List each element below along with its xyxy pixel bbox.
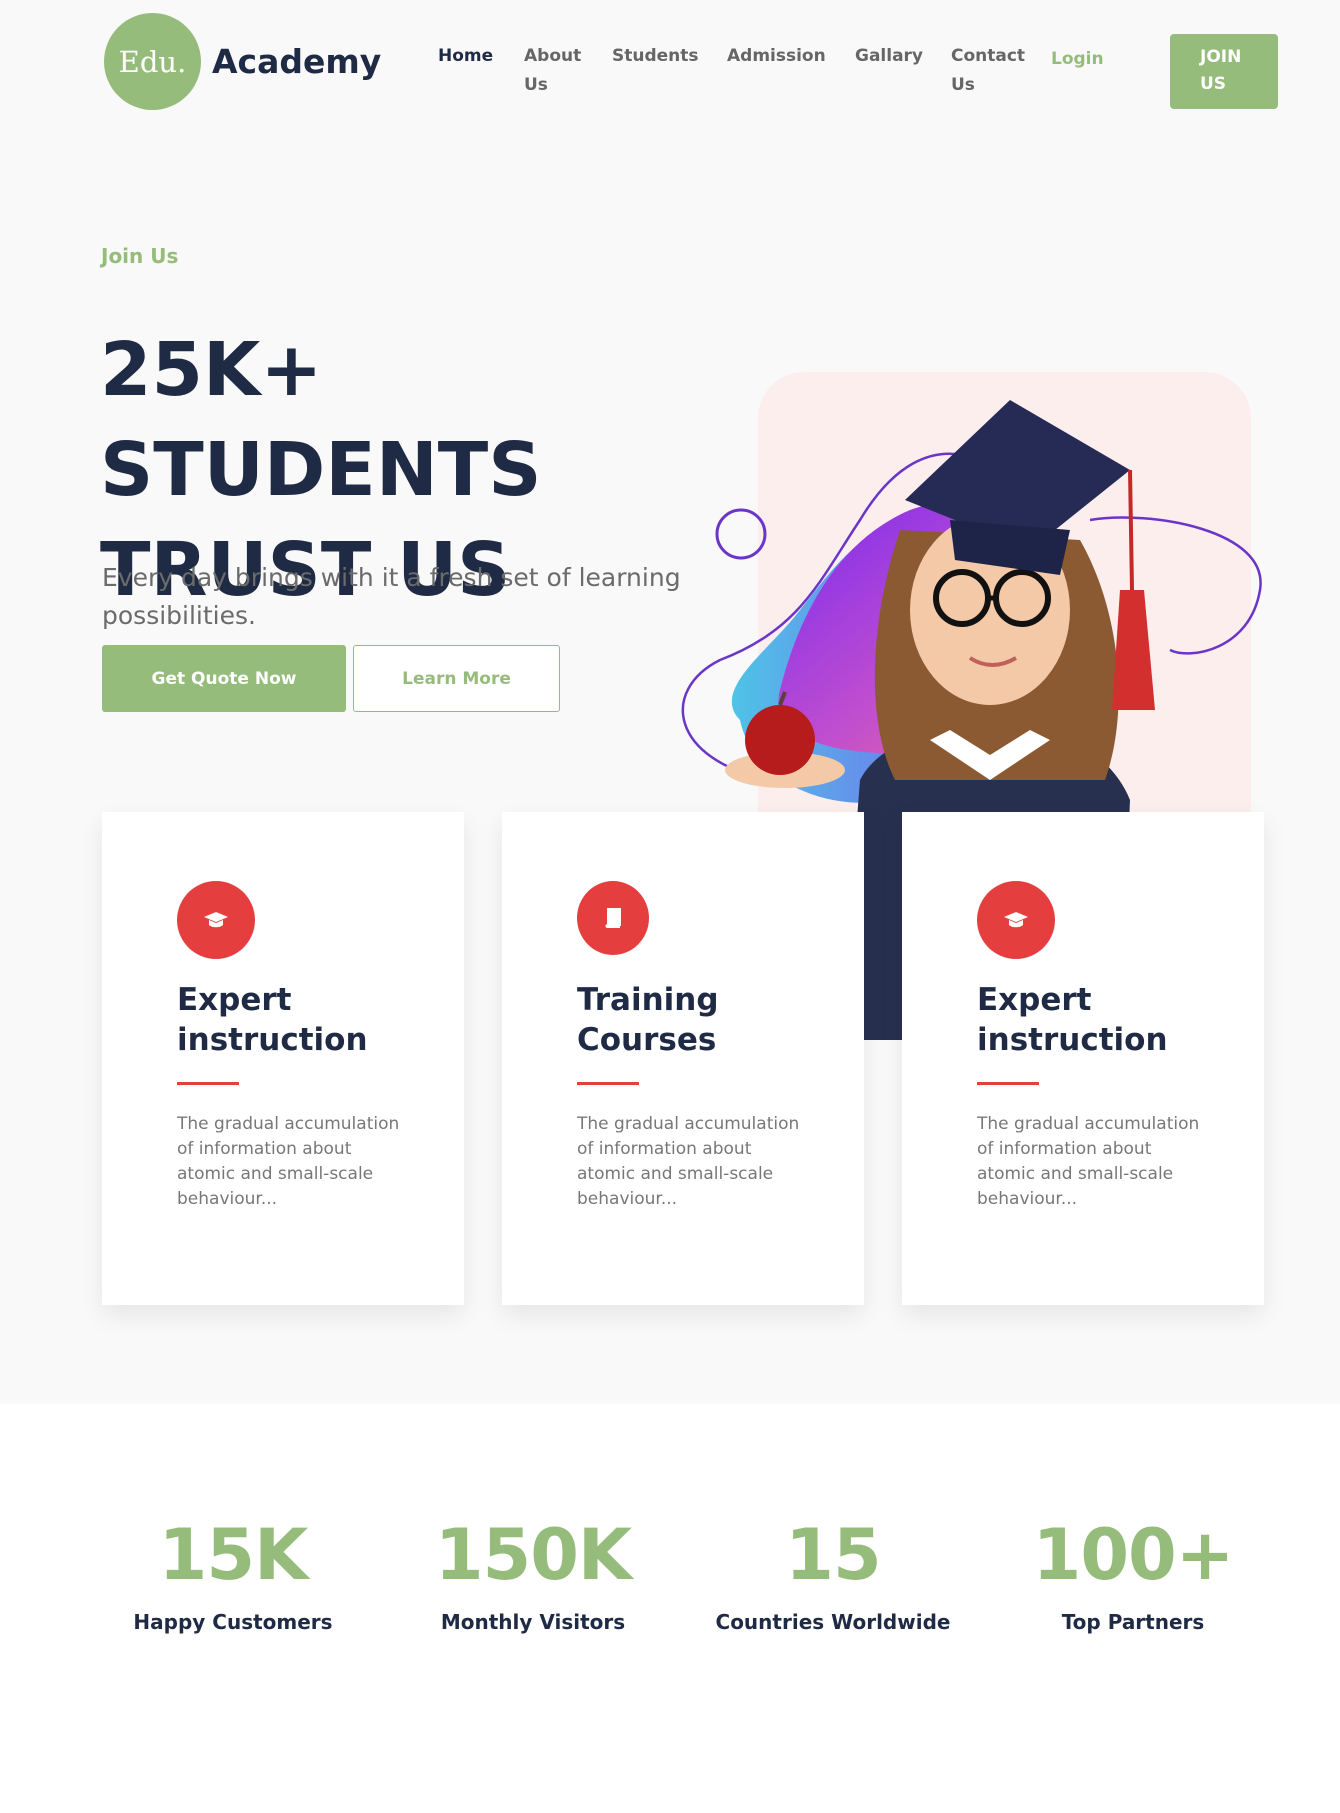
stat-label: Countries Worldwide (715, 1610, 951, 1634)
learn-more-button[interactable]: Learn More (353, 645, 560, 712)
graduation-cap-icon (977, 881, 1055, 959)
stat-monthly-visitors: 150K Monthly Visitors (393, 1510, 673, 1634)
logo[interactable]: Edu. Academy (104, 13, 381, 110)
book-icon (577, 881, 649, 955)
nav-login[interactable]: Login (1051, 45, 1104, 74)
stat-value: 15K (158, 1514, 309, 1596)
stat-value: 150K (434, 1514, 632, 1596)
nav-gallery[interactable]: Gallary (855, 42, 923, 71)
feature-divider (577, 1082, 639, 1085)
nav-contact[interactable]: Contact Us (951, 42, 1025, 100)
stat-value: 15 (785, 1514, 881, 1596)
feature-divider (977, 1082, 1039, 1085)
feature-description: The gradual accumulation of information … (977, 1114, 1200, 1209)
feature-card[interactable]: Training Courses The gradual accumulatio… (502, 812, 864, 1305)
feature-card[interactable]: Expert instruction The gradual accumulat… (902, 812, 1264, 1305)
stat-top-partners: 100+ Top Partners (993, 1510, 1273, 1634)
feature-title-line-2: instruction (977, 1022, 1168, 1058)
nav-contact-label-2: Us (951, 75, 975, 95)
hero-eyebrow: Join Us (101, 244, 179, 268)
hero-subtitle: Every day brings with it a fresh set of … (102, 563, 681, 630)
nav-admission[interactable]: Admission (727, 42, 826, 71)
feature-title-line-2: instruction (177, 1022, 368, 1058)
join-us-label-2: US (1200, 74, 1227, 94)
nav-login-label: Login (1051, 49, 1104, 69)
feature-description: The gradual accumulation of information … (577, 1114, 800, 1209)
feature-title: Expert instruction (177, 980, 437, 1060)
feature-card[interactable]: Expert instruction The gradual accumulat… (102, 812, 464, 1305)
feature-title: Expert instruction (977, 980, 1237, 1060)
nav-students[interactable]: Students (612, 42, 699, 71)
logo-mark: Edu. (104, 13, 201, 110)
nav-home[interactable]: Home (438, 42, 493, 71)
nav-students-label: Students (612, 46, 699, 66)
decor-ring (715, 508, 767, 560)
hero-title-line-1: 25K+ STUDENTS (100, 327, 542, 513)
nav-gallery-label: Gallary (855, 46, 924, 66)
logo-text: Academy (212, 42, 382, 81)
join-us-button[interactable]: JOIN US (1170, 34, 1278, 109)
nav-about-label-2: Us (524, 75, 548, 95)
nav-about[interactable]: About Us (524, 42, 581, 100)
feature-title-line-1: Training (577, 982, 719, 1018)
feature-title: Training Courses (577, 980, 837, 1060)
feature-title-line-2: Courses (577, 1022, 717, 1058)
feature-title-line-1: Expert (177, 982, 292, 1018)
stat-value: 100+ (1032, 1514, 1235, 1596)
stat-label: Happy Customers (133, 1610, 333, 1634)
tassel-cord (1128, 469, 1134, 591)
stat-label: Monthly Visitors (440, 1610, 626, 1634)
stat-label: Top Partners (1061, 1610, 1205, 1634)
join-us-label-1: JOIN (1200, 47, 1242, 67)
nav-home-label: Home (438, 46, 494, 66)
feature-title-line-1: Expert (977, 982, 1092, 1018)
feature-description: The gradual accumulation of information … (177, 1114, 400, 1209)
stat-countries: 15 Countries Worldwide (693, 1510, 973, 1634)
nav-admission-label: Admission (727, 46, 826, 66)
nav-contact-label-1: Contact (951, 46, 1026, 66)
get-quote-button[interactable]: Get Quote Now (102, 645, 346, 712)
apple (745, 705, 815, 775)
nav-about-label-1: About (524, 46, 582, 66)
stat-happy-customers: 15K Happy Customers (93, 1510, 373, 1634)
feature-divider (177, 1082, 239, 1085)
graduation-cap-icon (177, 881, 255, 959)
